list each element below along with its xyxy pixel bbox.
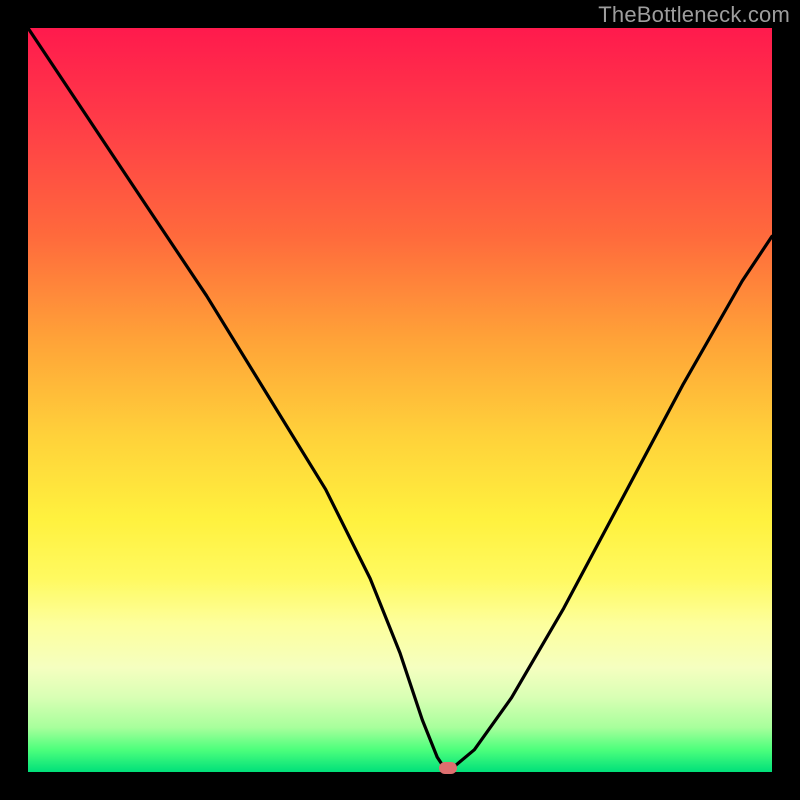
- watermark-label: TheBottleneck.com: [598, 2, 790, 28]
- optimal-point-marker: [439, 762, 457, 774]
- bottleneck-curve: [28, 28, 772, 772]
- chart-frame: TheBottleneck.com: [0, 0, 800, 800]
- plot-area: [28, 28, 772, 772]
